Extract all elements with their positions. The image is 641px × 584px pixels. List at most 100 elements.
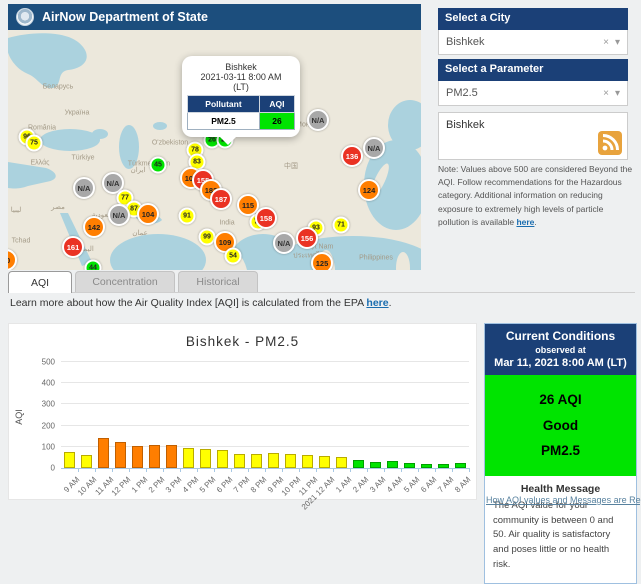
chart-x-tick (180, 468, 181, 472)
map-marker[interactable]: 54 (224, 247, 242, 265)
chart-bar[interactable] (319, 456, 330, 468)
chart-bar[interactable] (421, 464, 432, 468)
parameter-select[interactable]: PM2.5 × ▾ (438, 81, 628, 106)
chart-x-tick (418, 468, 419, 472)
map-marker[interactable]: 158 (255, 207, 277, 229)
chart-bar[interactable] (268, 452, 279, 468)
sidebar-note: Note: Values above 500 are considered Be… (438, 163, 634, 229)
chart-bar[interactable] (183, 447, 194, 468)
chart-bar[interactable] (404, 462, 415, 468)
chart-bar[interactable] (234, 453, 245, 468)
chart-bar[interactable] (166, 445, 177, 468)
chart-bar[interactable] (98, 437, 109, 468)
chart-x-tick (316, 468, 317, 472)
map-country-label: India (219, 219, 235, 227)
chart-x-tick (78, 468, 79, 472)
chevron-down-icon[interactable]: ▾ (615, 37, 620, 48)
chart-x-tick (367, 468, 368, 472)
tab-bar: AQI Concentration Historical (8, 271, 635, 293)
learn-more-prefix: Learn more about how the Air Quality Ind… (10, 297, 367, 309)
app-title: AirNow Department of State (42, 10, 208, 24)
learn-more-link[interactable]: here (366, 297, 388, 309)
map-marker[interactable]: 91 (178, 207, 196, 225)
map-marker[interactable]: 125 (311, 252, 333, 270)
chart-y-tick-label: 100 (41, 442, 55, 452)
map-marker[interactable]: 99 (198, 228, 216, 246)
chart-bar[interactable] (132, 446, 143, 468)
map-country-label: Беларусь (42, 83, 74, 91)
map-marker[interactable]: N/A (108, 204, 130, 226)
chart-bar[interactable] (438, 463, 449, 468)
map-marker[interactable]: 161 (62, 236, 84, 258)
chart-x-tick (333, 468, 334, 472)
clear-icon[interactable]: × (603, 88, 609, 99)
city-select-value: Bishkek (446, 36, 485, 48)
chart-bar[interactable] (285, 454, 296, 468)
chart-x-tick-label: 5 PM (197, 475, 217, 495)
chart-y-tick-label: 400 (41, 378, 55, 388)
popup-datetime: 2021-03-11 8:00 AM (200, 72, 282, 82)
current-aqi-value: 26 AQI (539, 392, 582, 407)
map-marker[interactable]: N/A (307, 109, 329, 131)
chart-x-tick (282, 468, 283, 472)
city-select[interactable]: Bishkek × ▾ (438, 30, 628, 55)
map-marker[interactable]: N/A (273, 232, 295, 254)
chart-x-tick-label: 2 PM (146, 475, 166, 495)
map-country-label: O'zbekiston (151, 139, 189, 147)
map-marker[interactable]: 104 (137, 203, 159, 225)
map-marker[interactable]: 124 (358, 179, 380, 201)
current-aqi-pollutant: PM2.5 (540, 443, 581, 459)
map-marker[interactable]: 75 (25, 134, 43, 152)
chart-x-tick (197, 468, 198, 472)
map-popup: Bishkek 2021-03-11 8:00 AM (LT) Pollutan… (182, 56, 300, 145)
popup-col-aqi: AQI (258, 95, 296, 113)
aqi-map[interactable]: Беларусь Україна România Türkiye Ελλάς O'zbek… (8, 30, 421, 270)
chart-plot-area: 0 100 200 300 400 500 9 AM 10 AM 11 AM 12 PM 1 PM 2… (42, 358, 472, 512)
map-marker[interactable]: N/A (363, 137, 385, 159)
page: AirNow Department of State Беларусь Укра… (0, 0, 641, 584)
tab-aqi[interactable]: AQI (8, 271, 72, 293)
chart-bar[interactable] (149, 444, 160, 468)
note-link[interactable]: here (516, 217, 534, 227)
map-marker[interactable]: 187 (210, 188, 232, 210)
chart-bar[interactable] (387, 461, 398, 468)
rss-icon[interactable] (598, 131, 622, 155)
map-marker[interactable]: 44 (84, 259, 102, 270)
chart-bar[interactable] (336, 456, 347, 468)
chart-bar[interactable] (200, 448, 211, 468)
chart-bar[interactable] (302, 455, 313, 468)
popup-timezone: (LT) (233, 82, 249, 92)
chart-bar[interactable] (81, 455, 92, 468)
chevron-down-icon[interactable]: ▾ (615, 88, 620, 99)
chart-bar[interactable] (64, 452, 75, 468)
select-parameter-header: Select a Parameter (438, 59, 628, 81)
map-marker[interactable]: 136 (341, 145, 363, 167)
chart-bar[interactable] (353, 460, 364, 468)
map-marker[interactable]: 71 (332, 216, 350, 234)
tab-historical[interactable]: Historical (178, 271, 258, 292)
parameter-select-value: PM2.5 (446, 87, 478, 99)
chart-x-tick (350, 468, 351, 472)
app-header: AirNow Department of State (8, 4, 421, 30)
note-suffix: . (534, 216, 537, 227)
map-country-label: ايران (130, 167, 146, 174)
chart-bar[interactable] (455, 462, 466, 468)
chart-x-tick-label: 3 PM (163, 475, 183, 495)
clear-icon[interactable]: × (603, 37, 609, 48)
chart-x-tick-label: 8 PM (248, 475, 268, 495)
map-marker[interactable]: 45 (149, 156, 167, 174)
chart-x-tick (452, 468, 453, 472)
chart-bar[interactable] (217, 450, 228, 468)
map-marker[interactable]: 156 (296, 227, 318, 249)
aqi-values-reported-link[interactable]: How AQI values and Messages are Reported (486, 495, 641, 505)
chart-bar[interactable] (115, 441, 126, 468)
chart-x-tick (265, 468, 266, 472)
chart-bar[interactable] (251, 453, 262, 468)
tab-concentration[interactable]: Concentration (75, 271, 175, 292)
map-country-label: Україна (64, 109, 90, 117)
chart-bar[interactable] (370, 461, 381, 468)
map-country-label: 中国 (284, 163, 298, 170)
map-country-label: Ελλάς (30, 159, 50, 167)
map-marker[interactable]: 142 (83, 216, 105, 238)
map-marker[interactable]: N/A (73, 177, 95, 199)
